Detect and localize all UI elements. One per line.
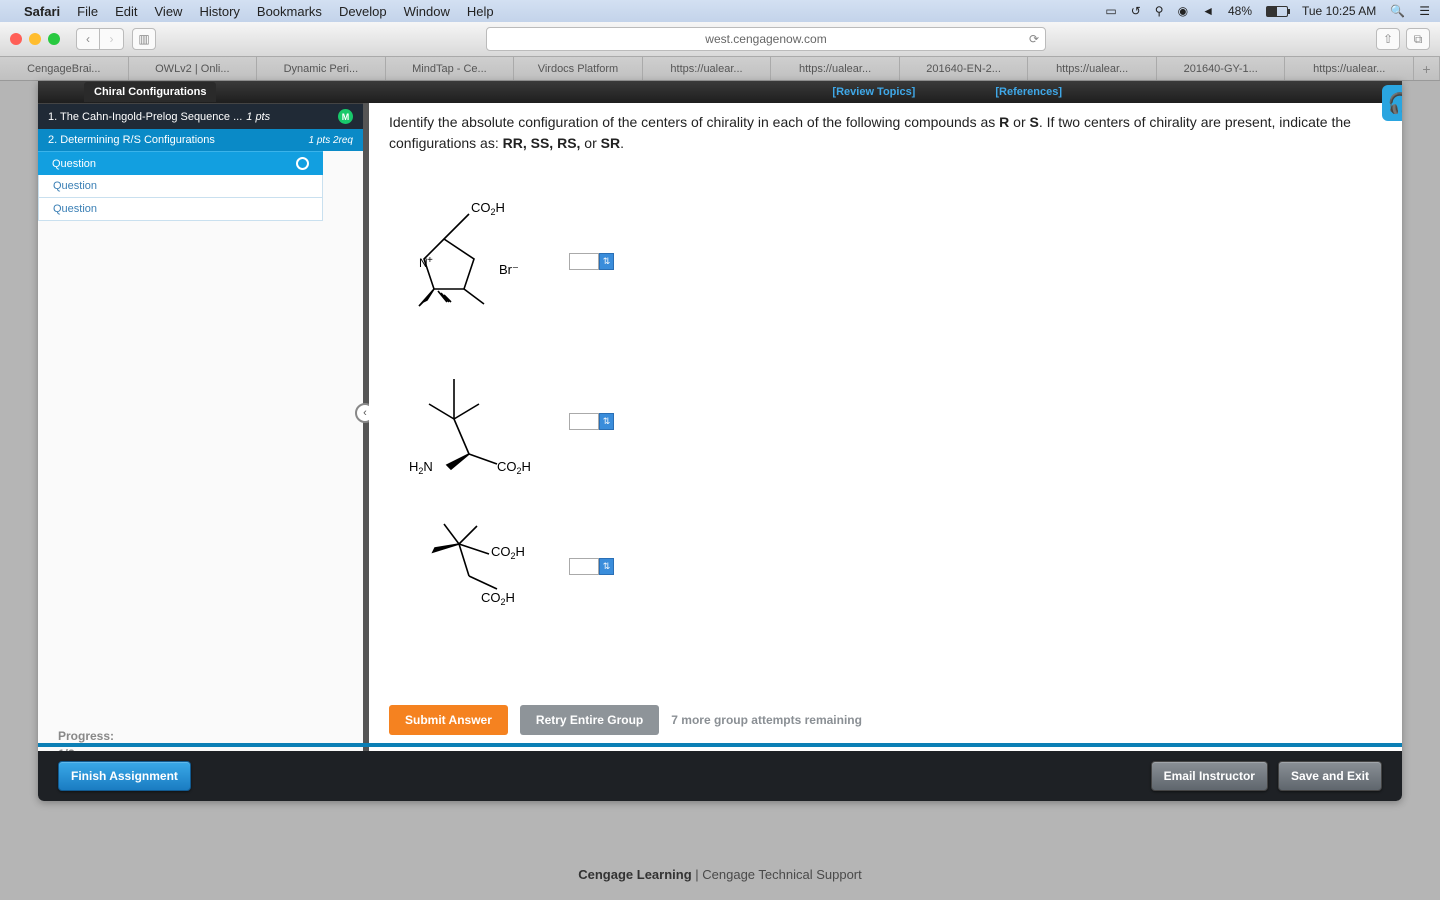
svg-text:CO2H: CO2H (481, 590, 515, 607)
menu-help[interactable]: Help (467, 4, 494, 19)
volume-icon[interactable]: ◄ (1202, 4, 1214, 18)
answer-select-3[interactable]: ⇅ (569, 558, 614, 575)
tab-5[interactable]: https://ualear... (643, 57, 772, 80)
save-exit-button[interactable]: Save and Exit (1278, 761, 1382, 791)
tab-0[interactable]: CengageBrai... (0, 57, 129, 80)
menu-file[interactable]: File (77, 4, 98, 19)
tab-10[interactable]: https://ualear... (1285, 57, 1414, 80)
menu-edit[interactable]: Edit (115, 4, 137, 19)
sidebar-button[interactable]: ▥ (132, 28, 156, 50)
svg-text:H2N: H2N (409, 459, 433, 476)
svg-text:Br⁻: Br⁻ (499, 262, 519, 277)
references-link[interactable]: [References] (995, 86, 1062, 98)
window-zoom[interactable] (48, 33, 60, 45)
menu-window[interactable]: Window (404, 4, 450, 19)
wifi-icon[interactable]: ◉ (1178, 4, 1188, 18)
email-instructor-button[interactable]: Email Instructor (1151, 761, 1268, 791)
question-prompt: Identify the absolute configuration of t… (389, 113, 1382, 154)
tab-3[interactable]: MindTap - Ce... (386, 57, 515, 80)
assignment-header: Chiral Configurations [Review Topics] [R… (38, 81, 1402, 103)
nav-item-2[interactable]: 2. Determining R/S Configurations 1 pts … (38, 129, 363, 151)
svg-text:CO2H: CO2H (491, 544, 525, 561)
svg-text:N: N (419, 256, 428, 270)
svg-text:CO2H: CO2H (471, 200, 505, 217)
question-row[interactable]: Question (38, 175, 323, 198)
back-button[interactable]: ‹ (76, 28, 100, 50)
divider (38, 743, 1402, 747)
finish-assignment-button[interactable]: Finish Assignment (58, 761, 191, 791)
battery-icon[interactable] (1266, 6, 1288, 17)
answer-select-2[interactable]: ⇅ (569, 413, 614, 430)
forward-button[interactable]: › (100, 28, 124, 50)
question-nav: 1. The Cahn-Ingold-Prelog Sequence ...1 … (38, 103, 363, 801)
question-row-active[interactable]: Question (38, 151, 323, 175)
svg-text:CO2H: CO2H (497, 459, 531, 476)
molecule-1: CO2H + N Br⁻ (389, 184, 539, 339)
app-name[interactable]: Safari (24, 4, 60, 19)
menu-develop[interactable]: Develop (339, 4, 387, 19)
tab-6[interactable]: https://ualear... (771, 57, 900, 80)
svg-text:+: + (427, 255, 433, 266)
window-close[interactable] (10, 33, 22, 45)
dropdown-icon[interactable]: ⇅ (599, 253, 614, 270)
assignment-title: Chiral Configurations (84, 82, 216, 102)
window-minimize[interactable] (29, 33, 41, 45)
bluetooth-icon[interactable]: ⚲ (1155, 4, 1164, 18)
attempts-remaining: 7 more group attempts remaining (671, 713, 862, 727)
airplay-icon[interactable]: ▭ (1105, 4, 1116, 18)
assignment-card: 🎧 Chiral Configurations [Review Topics] … (38, 81, 1402, 801)
support-headset-icon[interactable]: 🎧 (1382, 85, 1402, 121)
tab-4[interactable]: Virdocs Platform (514, 57, 643, 80)
tab-1[interactable]: OWLv2 | Onli... (129, 57, 258, 80)
tab-9[interactable]: 201640-GY-1... (1157, 57, 1286, 80)
tab-2[interactable]: Dynamic Peri... (257, 57, 386, 80)
review-topics-link[interactable]: [Review Topics] (832, 86, 915, 98)
share-button[interactable]: ⇧ (1376, 28, 1400, 50)
tabs-button[interactable]: ⧉ (1406, 28, 1430, 50)
assignment-footer: Finish Assignment Email Instructor Save … (38, 751, 1402, 801)
nav-item-1[interactable]: 1. The Cahn-Ingold-Prelog Sequence ...1 … (38, 103, 363, 129)
reload-icon[interactable]: ⟳ (1029, 32, 1039, 46)
cengage-footer: Cengage Learning | Cengage Technical Sup… (0, 867, 1440, 882)
status-circle-icon (296, 157, 309, 170)
question-main: Identify the absolute configuration of t… (369, 103, 1402, 801)
dropdown-icon[interactable]: ⇅ (599, 558, 614, 575)
timemachine-icon[interactable]: ↺ (1131, 4, 1141, 18)
new-tab-button[interactable]: + (1414, 57, 1440, 80)
url-text: west.cengagenow.com (705, 32, 826, 46)
tab-7[interactable]: 201640-EN-2... (900, 57, 1029, 80)
question-row[interactable]: Question (38, 198, 323, 221)
safari-toolbar: ‹ › ▥ west.cengagenow.com ⟳ ⇧ ⧉ (0, 22, 1440, 57)
mastered-badge: M (338, 109, 353, 124)
molecule-2: H2N CO2H (389, 359, 539, 484)
tab-8[interactable]: https://ualear... (1028, 57, 1157, 80)
mac-menubar: Safari File Edit View History Bookmarks … (0, 0, 1440, 22)
spotlight-icon[interactable]: 🔍 (1390, 4, 1405, 18)
menu-icon[interactable]: ☰ (1419, 4, 1430, 18)
url-bar[interactable]: west.cengagenow.com ⟳ (486, 27, 1046, 51)
molecule-3: CO2H CO2H (389, 504, 539, 629)
clock[interactable]: Tue 10:25 AM (1302, 4, 1376, 18)
menu-view[interactable]: View (155, 4, 183, 19)
submit-answer-button[interactable]: Submit Answer (389, 705, 508, 735)
menu-history[interactable]: History (199, 4, 239, 19)
retry-group-button[interactable]: Retry Entire Group (520, 705, 659, 735)
dropdown-icon[interactable]: ⇅ (599, 413, 614, 430)
menu-bookmarks[interactable]: Bookmarks (257, 4, 322, 19)
tab-strip: CengageBrai... OWLv2 | Onli... Dynamic P… (0, 57, 1440, 81)
battery-percent: 48% (1228, 4, 1252, 18)
answer-select-1[interactable]: ⇅ (569, 253, 614, 270)
